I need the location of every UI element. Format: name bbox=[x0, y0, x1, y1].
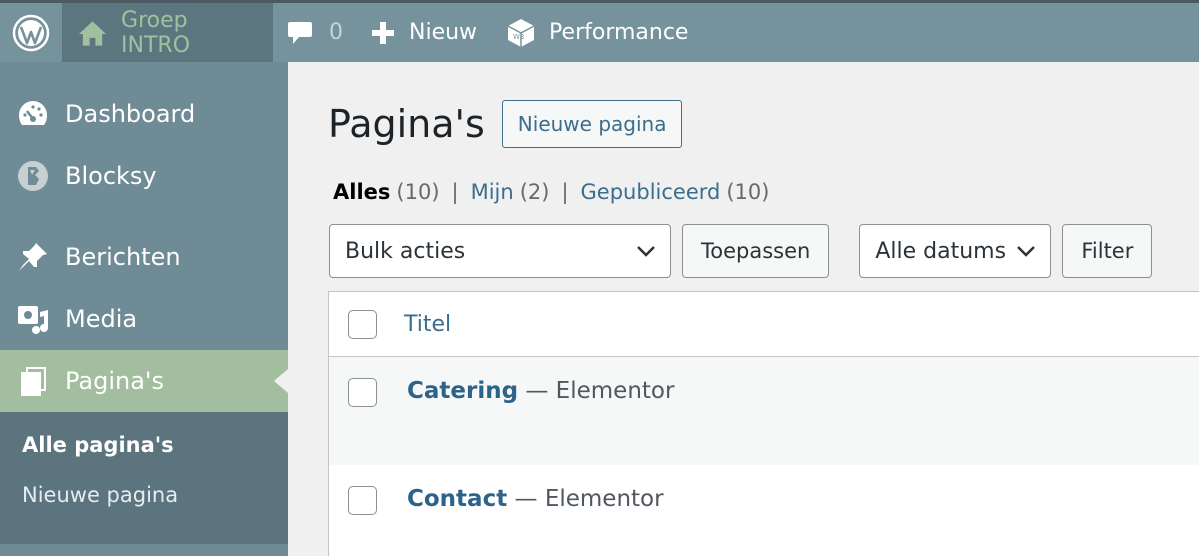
w3-cube-icon: W3 bbox=[507, 18, 535, 47]
dashboard-icon bbox=[16, 97, 50, 131]
plus-icon bbox=[372, 21, 394, 44]
table-header: Titel bbox=[329, 292, 1199, 357]
row-checkbox[interactable] bbox=[348, 486, 377, 515]
svg-text:W3: W3 bbox=[513, 33, 524, 41]
admin-bar: Groep INTRO 0 Nieuw W3 Performance bbox=[0, 0, 1199, 62]
filter-all[interactable]: Alles bbox=[333, 180, 390, 204]
add-new-page-button[interactable]: Nieuwe pagina bbox=[501, 100, 683, 148]
table-row: Contact — Elementor bbox=[329, 465, 1199, 556]
bulk-actions-value: Bulk acties bbox=[345, 238, 466, 264]
pages-icon bbox=[16, 364, 50, 398]
row-title: Contact — Elementor bbox=[407, 486, 664, 512]
sidebar-item-media[interactable]: Media bbox=[0, 288, 288, 350]
chevron-down-icon bbox=[637, 246, 655, 257]
page-title-link[interactable]: Catering bbox=[407, 378, 518, 404]
submenu-new-page[interactable]: Nieuwe pagina bbox=[0, 470, 288, 520]
filter-mine-count: (2) bbox=[519, 180, 550, 204]
sidebar-item-pages[interactable]: Pagina's bbox=[0, 350, 288, 412]
select-all-checkbox[interactable] bbox=[348, 309, 377, 339]
sidebar-item-posts[interactable]: Berichten bbox=[0, 226, 288, 288]
new-label: Nieuw bbox=[409, 20, 478, 45]
blocksy-icon bbox=[16, 159, 50, 193]
status-filter-links: Alles (10) | Mijn (2) | Gepubliceerd (10… bbox=[333, 180, 769, 204]
row-checkbox[interactable] bbox=[348, 378, 377, 407]
column-title-header[interactable]: Titel bbox=[404, 312, 451, 337]
page-state: — Elementor bbox=[514, 486, 664, 512]
heading-row: Pagina's Nieuwe pagina bbox=[328, 100, 683, 148]
sidebar-item-dashboard[interactable]: Dashboard bbox=[0, 83, 288, 145]
comment-bubble-icon bbox=[288, 21, 312, 44]
performance-label: Performance bbox=[549, 20, 689, 45]
sidebar-item-label: Berichten bbox=[65, 243, 181, 271]
dates-value: Alle datums bbox=[875, 238, 1007, 264]
filter-mine[interactable]: Mijn bbox=[471, 180, 514, 204]
submenu-all-pages[interactable]: Alle pagina's bbox=[0, 420, 288, 470]
comments-link[interactable]: 0 bbox=[273, 3, 357, 62]
filter-published-count: (10) bbox=[726, 180, 770, 204]
main-content: Pagina's Nieuwe pagina Alles (10) | Mijn… bbox=[288, 62, 1199, 556]
pages-table: Titel Catering — Elementor Contact — Ele… bbox=[328, 291, 1199, 556]
chevron-down-icon bbox=[1017, 246, 1036, 257]
page-title-link[interactable]: Contact bbox=[407, 486, 507, 512]
apply-button[interactable]: Toepassen bbox=[682, 224, 830, 278]
filter-separator: | bbox=[451, 180, 459, 204]
row-title: Catering — Elementor bbox=[407, 378, 674, 404]
filter-published[interactable]: Gepubliceerd bbox=[581, 180, 721, 204]
home-icon bbox=[78, 20, 107, 46]
filter-separator: | bbox=[561, 180, 569, 204]
sidebar-item-label: Blocksy bbox=[65, 162, 157, 190]
filter-button[interactable]: Filter bbox=[1062, 224, 1153, 278]
sidebar-item-label: Dashboard bbox=[65, 100, 196, 128]
pages-submenu: Alle pagina's Nieuwe pagina bbox=[0, 412, 288, 544]
page-state: — Elementor bbox=[525, 378, 675, 404]
table-nav: Bulk acties Toepassen Alle datums Filter bbox=[329, 224, 1153, 278]
site-name-link[interactable]: Groep INTRO bbox=[62, 3, 273, 62]
comments-count: 0 bbox=[329, 20, 343, 45]
performance-menu[interactable]: W3 Performance bbox=[491, 3, 702, 62]
page-title: Pagina's bbox=[328, 102, 485, 146]
site-name-label: Groep INTRO bbox=[121, 7, 191, 58]
new-content-menu[interactable]: Nieuw bbox=[357, 3, 491, 62]
pin-icon bbox=[16, 240, 50, 274]
bulk-actions-select[interactable]: Bulk acties bbox=[329, 224, 671, 278]
sidebar-item-label: Media bbox=[65, 305, 138, 333]
table-row: Catering — Elementor bbox=[329, 357, 1199, 465]
filter-all-count: (10) bbox=[396, 180, 440, 204]
menu-separator bbox=[0, 207, 288, 226]
dates-select[interactable]: Alle datums bbox=[859, 224, 1052, 278]
sidebar-item-blocksy[interactable]: Blocksy bbox=[0, 145, 288, 207]
admin-sidebar: Dashboard Blocksy Berichten Media Pagina… bbox=[0, 62, 288, 556]
wordpress-logo-icon[interactable] bbox=[0, 3, 62, 62]
sidebar-item-label: Pagina's bbox=[65, 367, 165, 395]
media-icon bbox=[16, 302, 50, 336]
